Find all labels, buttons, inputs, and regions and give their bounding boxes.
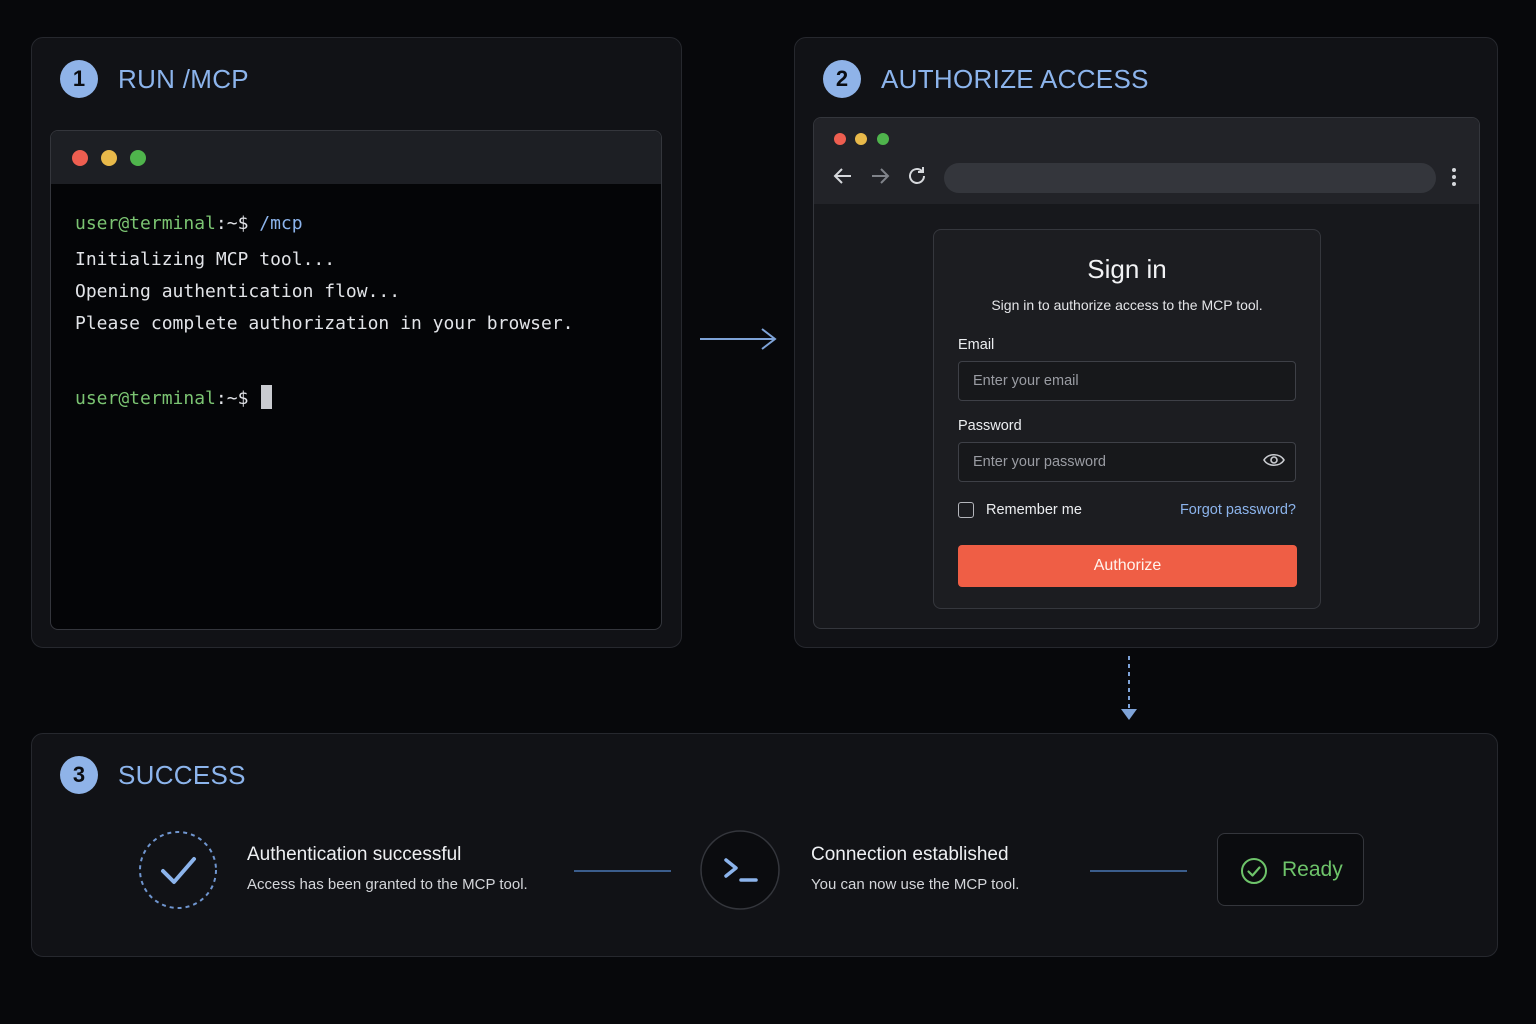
connection-title: Connection established — [811, 844, 1009, 865]
ready-status-badge: Ready — [1217, 833, 1364, 906]
browser-window: Sign in Sign in to authorize access to t… — [813, 117, 1480, 629]
signin-card: Sign in Sign in to authorize access to t… — [933, 229, 1321, 609]
auth-success-title: Authentication successful — [247, 844, 462, 865]
prompt-user: user@terminal — [75, 388, 216, 409]
flow-arrow-down-icon — [1121, 656, 1137, 720]
minimize-window-dot[interactable] — [855, 133, 867, 145]
email-field[interactable] — [958, 361, 1296, 401]
checkmark-icon — [139, 831, 217, 909]
forward-arrow-icon[interactable] — [868, 164, 892, 188]
prompt-path: :~$ — [215, 213, 249, 234]
password-label: Password — [958, 418, 1022, 434]
step-success-panel: 3 SUCCESS Authentication successful Acce… — [31, 733, 1498, 957]
signin-subtitle: Sign in to authorize access to the MCP t… — [991, 297, 1263, 313]
step-title: RUN /MCP — [118, 63, 249, 94]
step-run-panel: 1 RUN /MCP user@terminal:~$ /mcp Initial… — [31, 37, 682, 648]
auth-success-desc: Access has been granted to the MCP tool. — [247, 876, 528, 893]
maximize-window-dot[interactable] — [877, 133, 889, 145]
browser-toolbar — [814, 118, 1479, 204]
step-number-badge: 2 — [823, 60, 861, 98]
terminal-output-line: Opening authentication flow... — [75, 281, 401, 302]
step-authorize-header: 2 AUTHORIZE ACCESS — [823, 60, 1149, 98]
close-window-dot[interactable] — [834, 133, 846, 145]
terminal-output-line: Initializing MCP tool... — [75, 249, 336, 270]
terminal-output-line: Please complete authorization in your br… — [75, 313, 574, 334]
back-arrow-icon[interactable] — [831, 164, 855, 188]
email-label: Email — [958, 337, 995, 353]
step-authorize-panel: 2 AUTHORIZE ACCESS Sign in Sign in to au… — [794, 37, 1498, 648]
connection-desc: You can now use the MCP tool. — [811, 876, 1020, 893]
connector-line — [574, 870, 671, 872]
address-bar[interactable] — [944, 163, 1436, 193]
kebab-menu-icon[interactable] — [1450, 166, 1458, 188]
maximize-window-dot[interactable] — [130, 150, 146, 166]
signin-title: Sign in — [1087, 254, 1167, 284]
eye-icon[interactable] — [1263, 452, 1285, 468]
terminal-cursor — [261, 385, 273, 409]
step-title: SUCCESS — [118, 759, 246, 790]
terminal-window[interactable]: user@terminal:~$ /mcp Initializing MCP t… — [50, 130, 662, 630]
terminal-active-prompt[interactable]: user@terminal:~$ — [75, 385, 273, 409]
flow-arrow-right-icon — [700, 328, 777, 350]
prompt-path: :~$ — [215, 388, 249, 409]
forgot-password-link[interactable]: Forgot password? — [1180, 502, 1296, 518]
minimize-window-dot[interactable] — [101, 150, 117, 166]
step-title: AUTHORIZE ACCESS — [881, 63, 1149, 94]
prompt-user: user@terminal — [75, 213, 216, 234]
reload-icon[interactable] — [905, 164, 929, 188]
close-window-dot[interactable] — [72, 150, 88, 166]
step-number-badge: 3 — [60, 756, 98, 794]
terminal-command: /mcp — [259, 213, 303, 234]
remember-me-checkbox[interactable] — [958, 502, 974, 518]
terminal-titlebar — [51, 131, 661, 184]
step-run-header: 1 RUN /MCP — [60, 60, 249, 98]
authorize-button[interactable]: Authorize — [958, 545, 1297, 587]
terminal-command-line: user@terminal:~$ /mcp — [75, 213, 303, 234]
ready-label: Ready — [1282, 858, 1343, 881]
password-field[interactable] — [958, 442, 1296, 482]
connector-line — [1090, 870, 1187, 872]
check-circle-icon — [1241, 858, 1267, 884]
terminal-prompt-icon — [700, 830, 780, 910]
remember-me-label[interactable]: Remember me — [986, 502, 1082, 518]
step-number-badge: 1 — [60, 60, 98, 98]
step-success-header: 3 SUCCESS — [60, 756, 246, 794]
